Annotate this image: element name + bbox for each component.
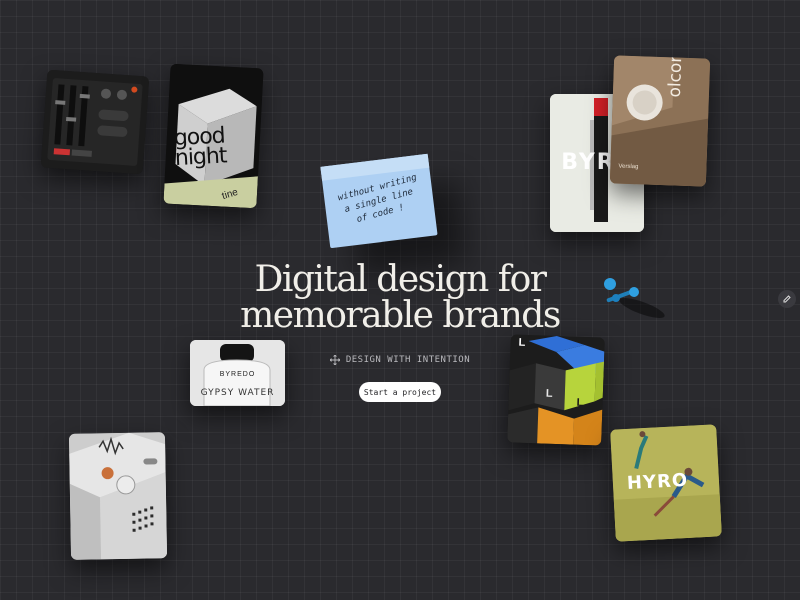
project-card-good-night[interactable]: good night tine (163, 63, 264, 209)
project-card-audio-device[interactable] (40, 69, 150, 175)
device-render-image (68, 432, 168, 560)
byredo-product-text: GYPSY WATER (200, 388, 275, 398)
sticky-note: without writing a single line of code ! (320, 153, 438, 249)
edit-button[interactable] (778, 290, 796, 308)
project-card-byredo[interactable]: BYREDO GYPSY WATER (190, 340, 285, 406)
cubes-glyph-1: L (518, 336, 526, 349)
tagline: DESIGN WITH INTENTION (300, 353, 500, 367)
comb-small-text: Verslag (618, 163, 639, 171)
move-icon (329, 355, 340, 365)
project-card-device[interactable] (68, 432, 168, 560)
start-project-button[interactable]: Start a project (359, 382, 441, 402)
project-card-hyro[interactable]: HYRO (610, 424, 722, 542)
byredo-brand-text: BYREDO (219, 371, 256, 378)
audio-device-image (40, 69, 150, 175)
cubes-packaging-image (507, 334, 605, 446)
pencil-icon (783, 295, 791, 303)
hero-headline: Digital design for memorable brands (200, 262, 600, 334)
tagline-text: DESIGN WITH INTENTION (345, 355, 471, 365)
hyro-brand-text: HYRO (626, 469, 689, 495)
comb-brand-text: olcomb (664, 55, 687, 98)
push-pin-icon (604, 278, 665, 318)
good-night-word-2: night (174, 143, 228, 172)
cubes-glyph-3: L (576, 396, 584, 409)
project-card-cubes[interactable]: L L L (507, 334, 605, 446)
project-card-comb-packaging[interactable]: olcomb Verslag (609, 55, 711, 187)
cubes-glyph-2: L (545, 387, 553, 400)
hero-line-2: memorable brands (240, 295, 561, 336)
hero-line-1: Digital design for (254, 259, 547, 300)
